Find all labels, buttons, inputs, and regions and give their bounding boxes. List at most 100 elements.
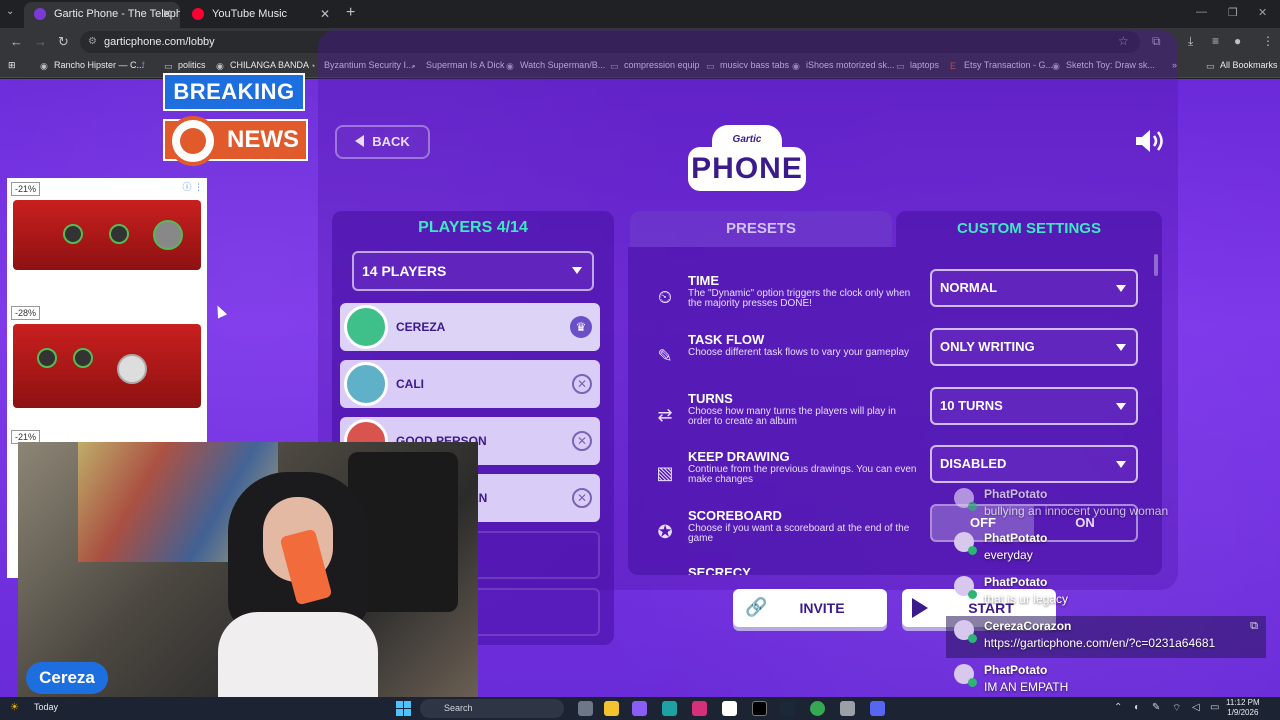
bookmark-label: Rancho Hipster — C... (54, 60, 145, 70)
robot-avatar (344, 362, 388, 406)
setting-description: Choose different task flows to vary your… (688, 347, 910, 358)
wifi-icon[interactable]: ⌔ (1172, 702, 1181, 715)
tray-app-icon[interactable]: ✎ (1152, 702, 1160, 713)
all-bookmarks[interactable]: ▭ All Bookmarks (1206, 60, 1278, 71)
ad-product-item[interactable]: -21% (7, 178, 207, 296)
ad-product-item[interactable]: -28% (7, 302, 207, 420)
bookmark-item[interactable]: ◉ Rancho Hipster — C... (40, 60, 145, 71)
maximize-icon[interactable]: ❐ (1228, 6, 1238, 19)
volume-icon[interactable]: ◁ (1192, 702, 1200, 713)
tab-custom-settings[interactable]: CUSTOM SETTINGS (896, 211, 1162, 247)
clock[interactable]: 11:12 PM 1/9/2026 (1226, 698, 1260, 718)
edge-icon[interactable] (662, 701, 677, 716)
tab-search-icon[interactable]: ⌄ (6, 6, 14, 17)
weather-label[interactable]: Today (34, 702, 58, 712)
dropdown-value: DISABLED (940, 456, 1007, 471)
dropdown-value: 10 TURNS (940, 398, 1003, 413)
audio-interface-image (13, 200, 201, 270)
max-players-dropdown[interactable]: 14 PLAYERS (352, 251, 594, 291)
tab-title: YouTube Music (212, 8, 288, 20)
bookmark-folder[interactable]: ▭ politics (164, 60, 206, 71)
close-tab-icon[interactable]: ✕ (162, 2, 172, 26)
chrome-icon[interactable] (810, 701, 825, 716)
download-icon[interactable]: ⤓ (1188, 34, 1193, 49)
logo-phone-text: PHONE (688, 147, 806, 191)
time-dropdown[interactable]: NORMAL (930, 269, 1138, 307)
new-tab-icon[interactable]: + (346, 4, 355, 22)
steam-icon[interactable] (780, 701, 795, 716)
back-button[interactable]: BACK (335, 125, 430, 159)
bookmark-label: politics (178, 60, 206, 70)
setting-title: TASK FLOW (688, 332, 765, 347)
setting-turns: ⇄ TURNS Choose how many turns the player… (628, 387, 1162, 449)
file-explorer-icon[interactable] (604, 701, 619, 716)
weather-icon[interactable]: ☀ (10, 702, 19, 713)
back-arrow-icon[interactable]: ← (10, 34, 23, 49)
copy-icon[interactable]: ⧉ (1250, 620, 1258, 633)
facebook-icon[interactable]: f (142, 60, 145, 70)
media-icon[interactable]: ≡ (1212, 34, 1219, 48)
crown-icon: ♛ (570, 316, 592, 338)
setting-description: Choose how many turns the players will p… (688, 406, 896, 427)
setting-description: Choose if you want a scoreboard at the e… (688, 523, 910, 544)
turns-dropdown[interactable]: 10 TURNS (930, 387, 1138, 425)
gartic-phone-logo: Gartic PHONE (688, 125, 806, 195)
player-card: CALI ✕ (340, 360, 600, 408)
x-app-icon[interactable] (752, 701, 767, 716)
close-window-icon[interactable]: ✕ (1258, 6, 1267, 19)
settings-scrollbar[interactable] (1154, 254, 1158, 276)
site-info-icon[interactable]: ⚙ (88, 31, 97, 53)
chat-avatar (954, 664, 977, 687)
kick-player-icon[interactable]: ✕ (572, 431, 592, 451)
date-label: 1/9/2026 (1227, 708, 1259, 717)
taskbar-search[interactable]: Search (420, 699, 564, 718)
minimize-icon[interactable]: — (1196, 6, 1207, 18)
picture-icon: ▧ (656, 463, 674, 483)
task-flow-dropdown[interactable]: ONLY WRITING (930, 328, 1138, 366)
reload-icon[interactable]: ↻ (58, 34, 69, 50)
globe-icon (168, 116, 218, 166)
amazon-icon[interactable] (722, 701, 737, 716)
bookmark-item[interactable]: ◉ CHILANGA BANDA (216, 60, 309, 71)
chat-text: bullying an innocent young woman (984, 504, 1169, 518)
app-icon[interactable] (840, 701, 855, 716)
chat-message-highlighted: CerezaCorazon https://garticphone.com/en… (946, 616, 1266, 658)
discord-icon[interactable] (870, 701, 885, 716)
close-tab-icon[interactable]: ✕ (320, 2, 330, 26)
windows-taskbar: ☀ Today Search ⌃ ◐ ✎ ⌔ ◁ ▭ 11:12 PM 1/9/… (0, 697, 1280, 720)
tab-youtube-music[interactable]: YouTube Music ✕ (182, 2, 338, 28)
chevron-down-icon (1116, 403, 1126, 410)
chevron-up-icon[interactable]: ⌃ (1114, 702, 1122, 713)
kick-player-icon[interactable]: ✕ (572, 488, 592, 508)
keep-drawing-dropdown[interactable]: DISABLED (930, 445, 1138, 483)
kick-player-icon[interactable]: ✕ (572, 374, 592, 394)
sound-speaker-icon[interactable] (1134, 128, 1166, 154)
chat-message: PhatPotato IM AN EMPATH (946, 660, 1266, 702)
windows-start-icon[interactable] (396, 701, 412, 717)
knob (117, 354, 147, 384)
gartic-favicon-icon (34, 8, 46, 20)
strawberry-avatar (344, 305, 388, 349)
setting-description: Continue from the previous drawings. You… (688, 464, 917, 485)
copilot-icon[interactable] (632, 701, 647, 716)
link-icon: 🔗 (745, 597, 768, 617)
audio-interface-image (13, 324, 201, 408)
browser-tab-bar: ⌄ Gartic Phone - The Telephone G ✕ YouTu… (0, 0, 1280, 28)
task-view-icon[interactable] (578, 701, 593, 716)
setting-title: SECRECY (688, 565, 751, 575)
invite-button[interactable]: 🔗 INVITE (733, 589, 887, 627)
tab-presets[interactable]: PRESETS (630, 211, 892, 247)
player-name: CALI (396, 377, 424, 391)
tray-app-icon[interactable]: ◐ (1134, 702, 1140, 713)
tab-gartic-phone[interactable]: Gartic Phone - The Telephone G ✕ (24, 2, 180, 28)
menu-kebab-icon[interactable]: ⋮ (1262, 34, 1274, 48)
instagram-icon[interactable] (692, 701, 707, 716)
apps-grid-icon[interactable]: ⊞ (8, 60, 16, 71)
bookmark-label: All Bookmarks (1220, 60, 1278, 70)
stream-chat-overlay: PhatPotato bullying an innocent young wo… (946, 484, 1280, 698)
profile-avatar[interactable]: ● (1234, 34, 1241, 48)
chevron-down-icon (572, 267, 582, 274)
forward-arrow-icon[interactable]: → (34, 34, 47, 49)
chevron-down-icon (1116, 344, 1126, 351)
battery-icon[interactable]: ▭ (1210, 702, 1219, 713)
